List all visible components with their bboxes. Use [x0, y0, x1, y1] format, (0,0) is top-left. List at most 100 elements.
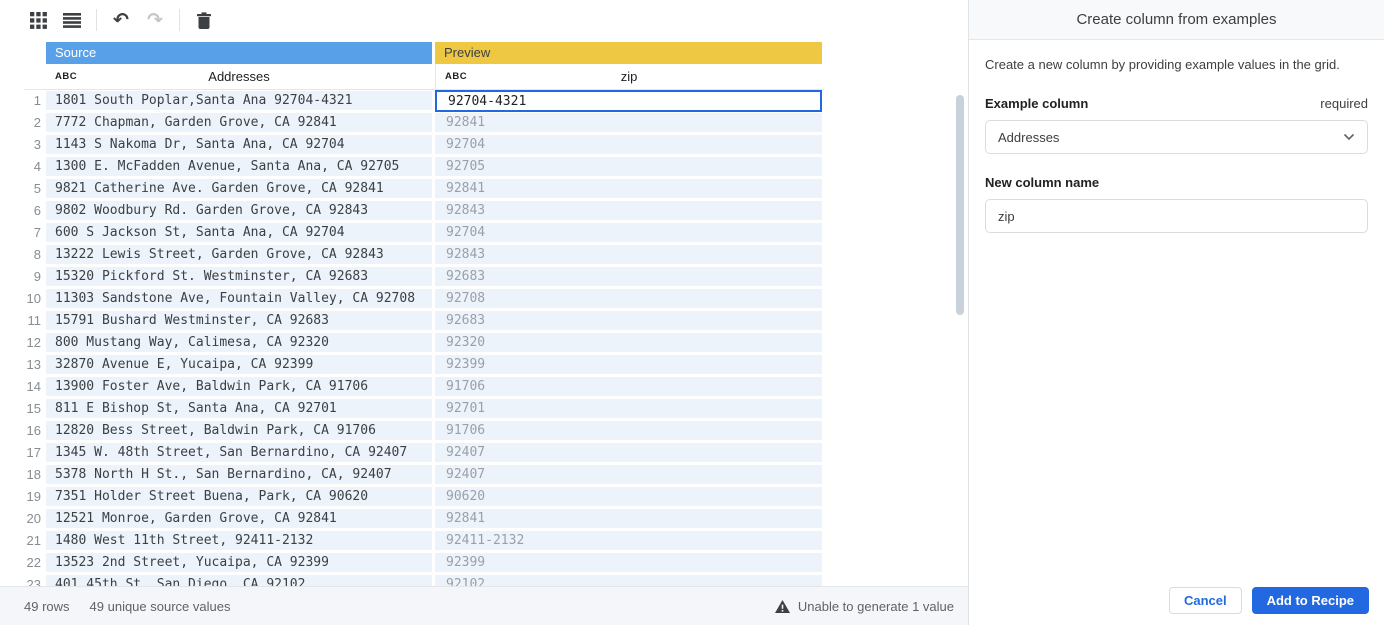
- preview-group-header[interactable]: Preview: [435, 42, 822, 64]
- row-number: 16: [24, 421, 46, 440]
- source-cell[interactable]: 32870 Avenue E, Yucaipa, CA 92399: [46, 355, 432, 374]
- source-cell[interactable]: 1345 W. 48th Street, San Bernardino, CA …: [46, 443, 432, 462]
- preview-type-icon: ABC: [445, 71, 468, 82]
- source-cell[interactable]: 800 Mustang Way, Calimesa, CA 92320: [46, 333, 432, 352]
- preview-cell[interactable]: 92683: [435, 267, 822, 286]
- row-number: 22: [24, 553, 46, 572]
- undo-button[interactable]: ↶: [107, 6, 135, 34]
- warning-label: Unable to generate 1 value: [797, 598, 954, 614]
- source-cell[interactable]: 13523 2nd Street, Yucaipa, CA 92399: [46, 553, 432, 572]
- preview-cell[interactable]: 91706: [435, 421, 822, 440]
- source-cell[interactable]: 9802 Woodbury Rd. Garden Grove, CA 92843: [46, 201, 432, 220]
- preview-cell[interactable]: 92843: [435, 201, 822, 220]
- preview-cell[interactable]: 92683: [435, 311, 822, 330]
- delete-button[interactable]: [190, 6, 218, 34]
- preview-cell[interactable]: 92411-2132: [435, 531, 822, 550]
- row-number: 12: [24, 333, 46, 352]
- preview-cell[interactable]: 92407: [435, 443, 822, 462]
- undo-icon: ↶: [113, 8, 129, 31]
- list-view-icon: [63, 12, 81, 28]
- grid-view-button[interactable]: [24, 6, 52, 34]
- preview-cell[interactable]: 92701: [435, 399, 822, 418]
- cancel-button[interactable]: Cancel: [1168, 587, 1242, 614]
- chevron-down-icon: [1343, 133, 1355, 141]
- table-row: 9 15320 Pickford St. Westminster, CA 926…: [24, 267, 824, 289]
- new-column-name-label: New column name: [985, 175, 1100, 190]
- preview-cell[interactable]: 92841: [435, 113, 822, 132]
- source-cell[interactable]: 9821 Catherine Ave. Garden Grove, CA 928…: [46, 179, 432, 198]
- row-number: 5: [24, 179, 46, 198]
- source-cell[interactable]: 811 E Bishop St, Santa Ana, CA 92701: [46, 399, 432, 418]
- preview-cell[interactable]: 92399: [435, 553, 822, 572]
- table-row: 16 12820 Bess Street, Baldwin Park, CA 9…: [24, 421, 824, 443]
- toolbar-separator: [96, 9, 97, 31]
- table-row: 18 5378 North H St., San Bernardino, CA,…: [24, 465, 824, 487]
- source-column-header[interactable]: ABC Addresses: [46, 64, 432, 89]
- source-cell[interactable]: 12521 Monroe, Garden Grove, CA 92841: [46, 509, 432, 528]
- row-number: 8: [24, 245, 46, 264]
- preview-cell[interactable]: 92407: [435, 465, 822, 484]
- source-cell[interactable]: 1480 West 11th Street, 92411-2132: [46, 531, 432, 550]
- source-cell[interactable]: 1801 South Poplar,Santa Ana 92704-4321: [46, 91, 432, 110]
- row-number: 1: [24, 91, 46, 110]
- source-cell[interactable]: 600 S Jackson St, Santa Ana, CA 92704: [46, 223, 432, 242]
- table-row: 1 1801 South Poplar,Santa Ana 92704-4321…: [24, 90, 824, 113]
- preview-cell[interactable]: 92102: [435, 575, 822, 586]
- data-grid: Source Preview ABC Addresses ABC zip 1 1…: [24, 42, 824, 586]
- row-number: 18: [24, 465, 46, 484]
- table-row: 20 12521 Monroe, Garden Grove, CA 92841 …: [24, 509, 824, 531]
- source-cell[interactable]: 15791 Bushard Westminster, CA 92683: [46, 311, 432, 330]
- row-number: 11: [24, 311, 46, 330]
- preview-cell[interactable]: 92843: [435, 245, 822, 264]
- row-number: 17: [24, 443, 46, 462]
- row-number: 6: [24, 201, 46, 220]
- table-row: 12 800 Mustang Way, Calimesa, CA 92320 9…: [24, 333, 824, 355]
- preview-cell[interactable]: 92704: [435, 223, 822, 242]
- source-cell[interactable]: 13222 Lewis Street, Garden Grove, CA 928…: [46, 245, 432, 264]
- list-view-button[interactable]: [58, 6, 86, 34]
- source-cell[interactable]: 11303 Sandstone Ave, Fountain Valley, CA…: [46, 289, 432, 308]
- source-cell[interactable]: 1143 S Nakoma Dr, Santa Ana, CA 92704: [46, 135, 432, 154]
- source-cell[interactable]: 7772 Chapman, Garden Grove, CA 92841: [46, 113, 432, 132]
- table-row: 10 11303 Sandstone Ave, Fountain Valley,…: [24, 289, 824, 311]
- source-cell[interactable]: 7351 Holder Street Buena, Park, CA 90620: [46, 487, 432, 506]
- preview-cell[interactable]: 92704-4321: [435, 90, 822, 112]
- example-column-select[interactable]: Addresses: [985, 120, 1368, 154]
- preview-column-header[interactable]: ABC zip: [435, 64, 822, 89]
- preview-cell[interactable]: 92399: [435, 355, 822, 374]
- row-number: 20: [24, 509, 46, 528]
- panel-description: Create a new column by providing example…: [985, 57, 1340, 72]
- source-cell[interactable]: 15320 Pickford St. Westminster, CA 92683: [46, 267, 432, 286]
- row-count-label: 49 rows: [24, 598, 70, 614]
- table-row: 5 9821 Catherine Ave. Garden Grove, CA 9…: [24, 179, 824, 201]
- preview-cell[interactable]: 92841: [435, 509, 822, 528]
- table-row: 23 401 45th St. San Diego, CA 92102 9210…: [24, 575, 824, 586]
- table-row: 14 13900 Foster Ave, Baldwin Park, CA 91…: [24, 377, 824, 399]
- source-group-header[interactable]: Source: [46, 42, 432, 64]
- example-column-value: Addresses: [998, 129, 1060, 145]
- row-number: 21: [24, 531, 46, 550]
- source-cell[interactable]: 13900 Foster Ave, Baldwin Park, CA 91706: [46, 377, 432, 396]
- preview-cell[interactable]: 92841: [435, 179, 822, 198]
- preview-cell[interactable]: 91706: [435, 377, 822, 396]
- table-row: 6 9802 Woodbury Rd. Garden Grove, CA 928…: [24, 201, 824, 223]
- vertical-scrollbar[interactable]: [956, 95, 964, 315]
- table-row: 19 7351 Holder Street Buena, Park, CA 90…: [24, 487, 824, 509]
- new-column-name-input[interactable]: [985, 199, 1368, 233]
- table-row: 15 811 E Bishop St, Santa Ana, CA 92701 …: [24, 399, 824, 421]
- source-cell[interactable]: 12820 Bess Street, Baldwin Park, CA 9170…: [46, 421, 432, 440]
- example-column-label: Example column: [985, 96, 1089, 111]
- redo-button[interactable]: ↷: [141, 6, 169, 34]
- preview-cell[interactable]: 92704: [435, 135, 822, 154]
- grid-rows: 1 1801 South Poplar,Santa Ana 92704-4321…: [24, 90, 824, 586]
- row-number: 15: [24, 399, 46, 418]
- source-cell[interactable]: 1300 E. McFadden Avenue, Santa Ana, CA 9…: [46, 157, 432, 176]
- preview-cell[interactable]: 92705: [435, 157, 822, 176]
- preview-cell[interactable]: 90620: [435, 487, 822, 506]
- preview-cell[interactable]: 92320: [435, 333, 822, 352]
- preview-cell[interactable]: 92708: [435, 289, 822, 308]
- source-cell[interactable]: 5378 North H St., San Bernardino, CA, 92…: [46, 465, 432, 484]
- add-to-recipe-button[interactable]: Add to Recipe: [1251, 587, 1369, 614]
- toolbar: ↶ ↷: [24, 0, 218, 40]
- source-cell[interactable]: 401 45th St. San Diego, CA 92102: [46, 575, 432, 586]
